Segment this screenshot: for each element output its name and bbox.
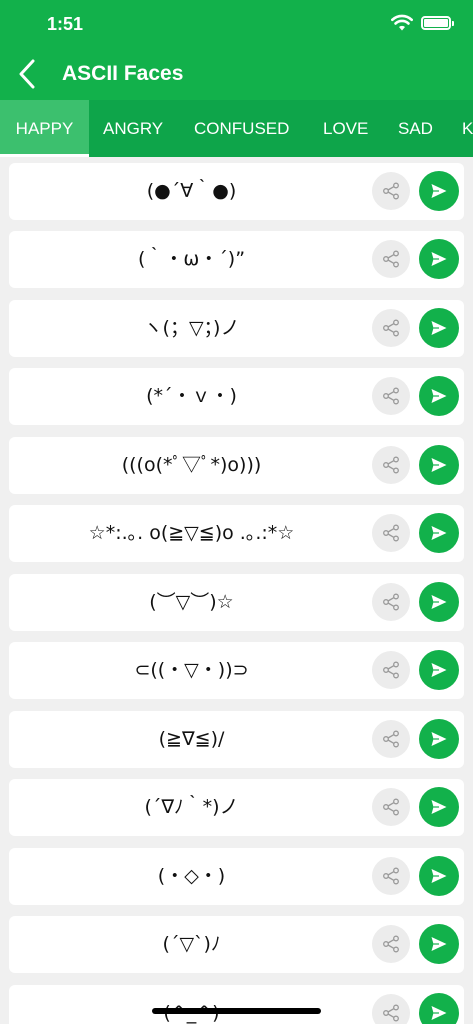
list-item[interactable]: (●´∀｀●)	[9, 163, 464, 220]
face-text: ☆*:.｡. o(≧▽≦)o .｡.:*☆	[88, 522, 295, 544]
share-icon	[383, 319, 399, 337]
list-item[interactable]: (*´・ｖ・)	[9, 368, 464, 425]
tab-happy[interactable]: HAPPY	[0, 100, 89, 157]
share-icon	[383, 182, 399, 200]
share-button[interactable]	[372, 583, 410, 621]
list-item[interactable]: (´▽`)ﾉ	[9, 916, 464, 973]
send-icon	[431, 732, 447, 746]
chevron-left-icon	[19, 59, 35, 89]
list-item[interactable]: (´∇ﾉ｀*)ノ	[9, 779, 464, 836]
share-icon	[383, 250, 399, 268]
face-text: (*´・ｖ・)	[146, 385, 237, 407]
share-button[interactable]	[372, 720, 410, 758]
send-icon	[431, 937, 447, 951]
faces-list[interactable]: (●´∀｀●) (｀・ω・´)” ヽ(；▽；)ノ (*´・ｖ・) (((o(*ﾟ…	[0, 157, 473, 1024]
list-item[interactable]: (︶▽︶)☆	[9, 574, 464, 631]
send-icon	[431, 1006, 447, 1020]
face-text: (｀・ω・´)”	[137, 248, 246, 270]
battery-icon	[421, 16, 454, 30]
list-item[interactable]: ヽ(；▽；)ノ	[9, 300, 464, 357]
share-icon	[383, 730, 399, 748]
wifi-icon	[391, 14, 413, 31]
category-tabbar: HAPPY ANGRY CONFUSED LOVE SAD K	[0, 100, 473, 157]
send-icon	[431, 800, 447, 814]
send-button[interactable]	[419, 239, 459, 279]
share-button[interactable]	[372, 994, 410, 1024]
send-icon	[431, 389, 447, 403]
send-icon	[431, 184, 447, 198]
face-text: (´▽`)ﾉ	[162, 933, 221, 955]
tab-love[interactable]: LOVE	[323, 100, 368, 157]
tab-partial[interactable]: K	[462, 100, 473, 157]
list-item[interactable]: (・◇・)	[9, 848, 464, 905]
share-button[interactable]	[372, 925, 410, 963]
face-text: (●´∀｀●)	[146, 180, 237, 202]
send-button[interactable]	[419, 445, 459, 485]
share-button[interactable]	[372, 651, 410, 689]
share-icon	[383, 593, 399, 611]
share-button[interactable]	[372, 309, 410, 347]
page-title: ASCII Faces	[62, 62, 184, 85]
share-icon	[383, 867, 399, 885]
send-button[interactable]	[419, 993, 459, 1024]
send-button[interactable]	[419, 171, 459, 211]
list-item[interactable]: (((o(*ﾟ▽ﾟ*)o)))	[9, 437, 464, 494]
send-button[interactable]	[419, 924, 459, 964]
tab-sad[interactable]: SAD	[398, 100, 433, 157]
share-icon	[383, 935, 399, 953]
send-icon	[431, 869, 447, 883]
send-button[interactable]	[419, 513, 459, 553]
share-icon	[383, 798, 399, 816]
send-button[interactable]	[419, 650, 459, 690]
send-icon	[431, 526, 447, 540]
share-icon	[383, 661, 399, 679]
send-icon	[431, 321, 447, 335]
send-icon	[431, 595, 447, 609]
home-indicator	[152, 1008, 321, 1014]
face-text: ⊂((・▽・))⊃	[134, 659, 249, 681]
send-button[interactable]	[419, 308, 459, 348]
send-button[interactable]	[419, 787, 459, 827]
face-text: (︶▽︶)☆	[149, 591, 234, 613]
share-button[interactable]	[372, 377, 410, 415]
list-item[interactable]: (≧∇≦)/	[9, 711, 464, 768]
send-button[interactable]	[419, 719, 459, 759]
face-text: (´∇ﾉ｀*)ノ	[144, 796, 239, 818]
share-icon	[383, 387, 399, 405]
send-icon	[431, 663, 447, 677]
share-button[interactable]	[372, 788, 410, 826]
share-icon	[383, 456, 399, 474]
status-icons	[391, 14, 454, 32]
list-item[interactable]: ⊂((・▽・))⊃	[9, 642, 464, 699]
face-text: ヽ(；▽；)ノ	[143, 317, 240, 339]
share-button[interactable]	[372, 240, 410, 278]
send-button[interactable]	[419, 856, 459, 896]
tab-angry[interactable]: ANGRY	[103, 100, 163, 157]
face-text: (・◇・)	[157, 865, 226, 887]
send-icon	[431, 252, 447, 266]
status-time: 1:51	[47, 14, 84, 34]
app-header: 1:51 ASCII Faces	[0, 0, 473, 100]
share-button[interactable]	[372, 514, 410, 552]
list-item[interactable]: ☆*:.｡. o(≧▽≦)o .｡.:*☆	[9, 505, 464, 562]
list-item[interactable]: (^_^)	[9, 985, 464, 1024]
share-icon	[383, 524, 399, 542]
share-button[interactable]	[372, 857, 410, 895]
send-icon	[431, 458, 447, 472]
share-button[interactable]	[372, 172, 410, 210]
tab-confused[interactable]: CONFUSED	[194, 100, 289, 157]
list-item[interactable]: (｀・ω・´)”	[9, 231, 464, 288]
share-button[interactable]	[372, 446, 410, 484]
face-text: (((o(*ﾟ▽ﾟ*)o)))	[121, 454, 262, 476]
send-button[interactable]	[419, 582, 459, 622]
face-text: (^_^)	[9, 985, 374, 1024]
face-text: (≧∇≦)/	[158, 728, 225, 750]
share-icon	[383, 1004, 399, 1022]
back-button[interactable]	[12, 56, 42, 92]
send-button[interactable]	[419, 376, 459, 416]
